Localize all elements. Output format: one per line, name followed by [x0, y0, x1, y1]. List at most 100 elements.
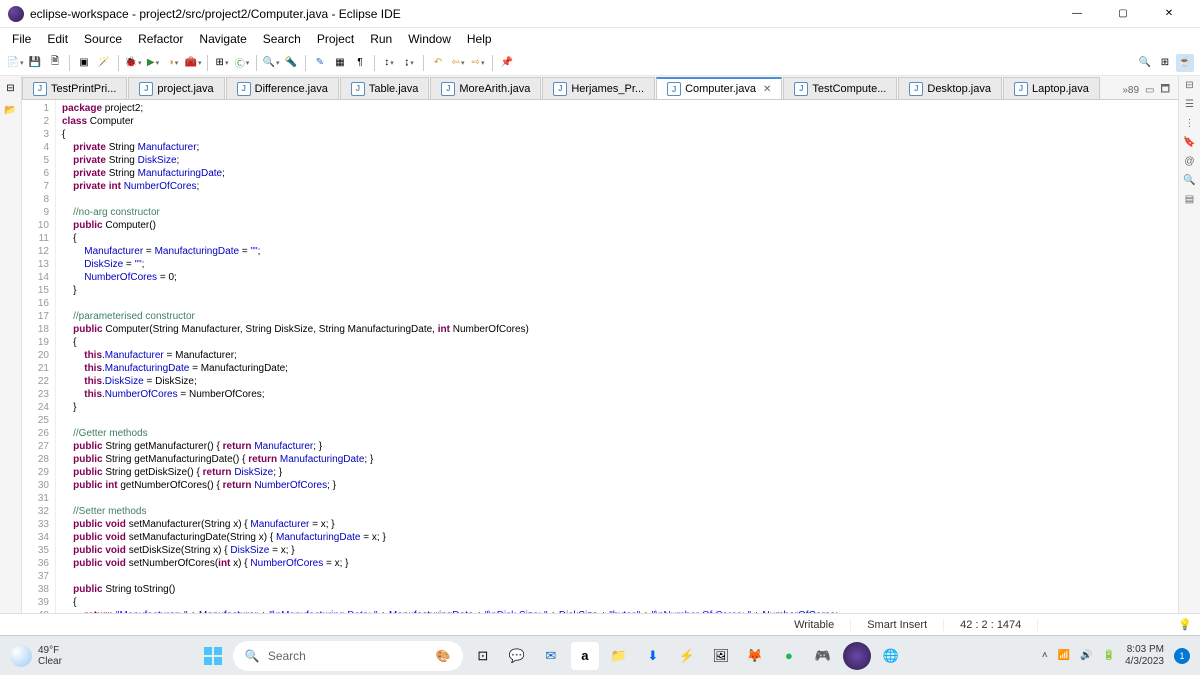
- show-whitespace-icon[interactable]: ¶: [351, 54, 369, 72]
- menu-navigate[interactable]: Navigate: [191, 32, 254, 46]
- pin-icon[interactable]: 📌: [498, 54, 516, 72]
- code-line[interactable]: {: [62, 128, 1178, 141]
- tab-computer-java[interactable]: JComputer.java✕: [656, 77, 782, 99]
- menu-search[interactable]: Search: [255, 32, 309, 46]
- outline-icon[interactable]: ⊟: [1185, 80, 1193, 91]
- tab-difference-java[interactable]: JDifference.java: [226, 77, 339, 99]
- tab-project-java[interactable]: Jproject.java: [128, 77, 224, 99]
- code-line[interactable]: [62, 570, 1178, 583]
- minimize-button[interactable]: —: [1054, 0, 1100, 28]
- search-icon[interactable]: 🔦: [282, 54, 300, 72]
- volume-icon[interactable]: 🔊: [1080, 650, 1092, 661]
- java-perspective-icon[interactable]: ☕: [1176, 54, 1194, 72]
- code-line[interactable]: public String getDiskSize() { return Dis…: [62, 466, 1178, 479]
- toggle-mark-icon[interactable]: ✎: [311, 54, 329, 72]
- chat-icon[interactable]: 💬: [503, 642, 531, 670]
- tab-desktop-java[interactable]: JDesktop.java: [898, 77, 1002, 99]
- menu-project[interactable]: Project: [309, 32, 362, 46]
- forward-icon[interactable]: ⇨▾: [469, 54, 487, 72]
- minimap-icon[interactable]: ⋮: [1185, 118, 1195, 129]
- code-line[interactable]: this.ManufacturingDate = ManufacturingDa…: [62, 362, 1178, 375]
- dropbox-icon[interactable]: ⬇: [639, 642, 667, 670]
- code-line[interactable]: this.DiskSize = DiskSize;: [62, 375, 1178, 388]
- tray-chevron-icon[interactable]: ˄: [1042, 650, 1048, 661]
- tab-laptop-java[interactable]: JLaptop.java: [1003, 77, 1100, 99]
- find-icon[interactable]: 🔍: [1183, 175, 1195, 186]
- code-line[interactable]: DiskSize = "";: [62, 258, 1178, 271]
- terminal-icon[interactable]: ▣: [75, 54, 93, 72]
- code-line[interactable]: }: [62, 284, 1178, 297]
- back-icon[interactable]: ⇦▾: [449, 54, 467, 72]
- save-icon[interactable]: 💾: [26, 54, 44, 72]
- mail-icon[interactable]: ✉: [537, 642, 565, 670]
- new-class-icon[interactable]: Ⓒ▾: [233, 54, 251, 72]
- spotify-icon[interactable]: ●: [775, 642, 803, 670]
- code-line[interactable]: {: [62, 232, 1178, 245]
- code-line[interactable]: [62, 492, 1178, 505]
- chrome-icon[interactable]: 🌐: [877, 642, 905, 670]
- debug-icon[interactable]: 🐞▾: [124, 54, 142, 72]
- last-edit-icon[interactable]: ↶: [429, 54, 447, 72]
- battery-icon[interactable]: 🔋: [1103, 650, 1115, 661]
- code-line[interactable]: public Computer(String Manufacturer, Str…: [62, 323, 1178, 336]
- code-line[interactable]: private int NumberOfCores;: [62, 180, 1178, 193]
- close-icon[interactable]: ✕: [763, 84, 771, 95]
- weather-icon[interactable]: [10, 645, 32, 667]
- menu-source[interactable]: Source: [76, 32, 130, 46]
- minimize-view-icon[interactable]: ▭: [1145, 85, 1154, 96]
- open-perspective-icon[interactable]: ⊞: [1156, 54, 1174, 72]
- annotation-next-icon[interactable]: ↨▾: [400, 54, 418, 72]
- taskbar-search[interactable]: 🔍Search🎨: [233, 641, 463, 671]
- save-all-icon[interactable]: 🗎: [46, 54, 64, 72]
- tab-table-java[interactable]: JTable.java: [340, 77, 430, 99]
- run-icon[interactable]: ▶▾: [144, 54, 162, 72]
- code-line[interactable]: public void setManufacturingDate(String …: [62, 531, 1178, 544]
- code-line[interactable]: public void setManufacturer(String x) { …: [62, 518, 1178, 531]
- code-line[interactable]: [62, 297, 1178, 310]
- code-line[interactable]: public String getManufacturer() { return…: [62, 440, 1178, 453]
- code-line[interactable]: {: [62, 596, 1178, 609]
- maximize-view-icon[interactable]: 🗖: [1161, 82, 1171, 99]
- maximize-button[interactable]: ▢: [1100, 0, 1146, 28]
- code-line[interactable]: private String Manufacturer;: [62, 141, 1178, 154]
- package-explorer-icon[interactable]: ⊟: [3, 80, 19, 96]
- code-line[interactable]: {: [62, 336, 1178, 349]
- tab-overflow[interactable]: »89: [1122, 85, 1139, 96]
- at-icon[interactable]: @: [1184, 156, 1194, 167]
- code-line[interactable]: this.Manufacturer = Manufacturer;: [62, 349, 1178, 362]
- code-line[interactable]: private String ManufacturingDate;: [62, 167, 1178, 180]
- menu-edit[interactable]: Edit: [39, 32, 76, 46]
- wand-icon[interactable]: 🪄: [95, 54, 113, 72]
- tab-herjames_pr-[interactable]: JHerjames_Pr...: [542, 77, 655, 99]
- code-line[interactable]: public int getNumberOfCores() { return N…: [62, 479, 1178, 492]
- problems-icon[interactable]: ▤: [1185, 194, 1194, 205]
- bookmark-icon[interactable]: 🔖: [1183, 137, 1195, 148]
- code-line[interactable]: return "Manufacturer: " + Manufacturer +…: [62, 609, 1178, 613]
- code-line[interactable]: public String toString(): [62, 583, 1178, 596]
- code-line[interactable]: private String DiskSize;: [62, 154, 1178, 167]
- menu-run[interactable]: Run: [362, 32, 400, 46]
- ext-tools-icon[interactable]: 🧰▾: [184, 54, 202, 72]
- code-line[interactable]: [62, 193, 1178, 206]
- code-line[interactable]: class Computer: [62, 115, 1178, 128]
- new-package-icon[interactable]: ⊞▾: [213, 54, 231, 72]
- code-line[interactable]: public String getManufacturingDate() { r…: [62, 453, 1178, 466]
- annotation-prev-icon[interactable]: ↕▾: [380, 54, 398, 72]
- code-line[interactable]: //no-arg constructor: [62, 206, 1178, 219]
- new-icon[interactable]: 📄▾: [6, 54, 24, 72]
- code-line[interactable]: public void setNumberOfCores(int x) { Nu…: [62, 557, 1178, 570]
- explorer-icon[interactable]: 📁: [605, 642, 633, 670]
- wifi-icon[interactable]: 📶: [1058, 650, 1070, 661]
- code-line[interactable]: this.NumberOfCores = NumberOfCores;: [62, 388, 1178, 401]
- code-line[interactable]: package project2;: [62, 102, 1178, 115]
- discord-icon[interactable]: 🎮: [809, 642, 837, 670]
- code-line[interactable]: //Setter methods: [62, 505, 1178, 518]
- quick-access-icon[interactable]: 🔍: [1136, 54, 1154, 72]
- block-select-icon[interactable]: ▦: [331, 54, 349, 72]
- winamp-icon[interactable]: ⚡: [673, 642, 701, 670]
- menu-refactor[interactable]: Refactor: [130, 32, 191, 46]
- code-line[interactable]: public Computer(): [62, 219, 1178, 232]
- amazon-icon[interactable]: a: [571, 642, 599, 670]
- tab-morearith-java[interactable]: JMoreArith.java: [430, 77, 541, 99]
- tab-testcompute-[interactable]: JTestCompute...: [783, 77, 897, 99]
